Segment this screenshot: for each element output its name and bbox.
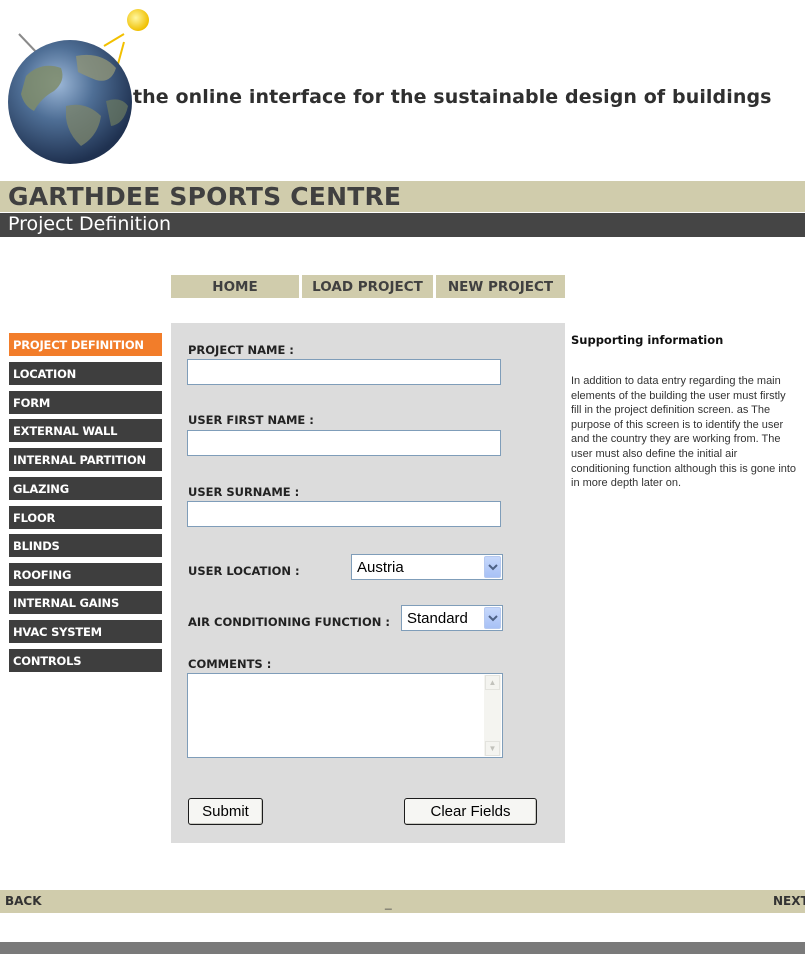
sidebar-item-project-definition[interactable]: PROJECT DEFINITION: [9, 333, 162, 356]
next-link[interactable]: NEXT: [773, 894, 805, 908]
nav-load-project[interactable]: LOAD PROJECT: [302, 275, 433, 298]
sidebar-item-glazing[interactable]: GLAZING: [9, 477, 162, 500]
scroll-down-icon[interactable]: ▼: [485, 741, 500, 756]
nav-new-project[interactable]: NEW PROJECT: [436, 275, 565, 298]
project-name-input[interactable]: [187, 359, 501, 385]
user-location-value: Austria: [357, 558, 404, 576]
globe-logo: [6, 6, 156, 164]
project-form-panel: [171, 323, 565, 843]
comments-label: COMMENTS :: [188, 657, 272, 671]
supporting-info-title: Supporting information: [571, 333, 724, 347]
first-name-input[interactable]: [187, 430, 501, 456]
chevron-down-icon[interactable]: [484, 556, 501, 578]
sidebar-item-form[interactable]: FORM: [9, 391, 162, 414]
surname-label: USER SURNAME :: [188, 485, 300, 499]
project-name-label: PROJECT NAME :: [188, 343, 294, 357]
sidebar-item-controls[interactable]: CONTROLS: [9, 649, 162, 672]
sidebar-item-floor[interactable]: FLOOR: [9, 506, 162, 529]
ac-function-select[interactable]: Standard: [401, 605, 503, 631]
sidebar-item-internal-partition[interactable]: INTERNAL PARTITION: [9, 448, 162, 471]
submit-button[interactable]: Submit: [188, 798, 263, 825]
first-name-label: USER FIRST NAME :: [188, 413, 314, 427]
project-title: GARTHDEE SPORTS CENTRE: [8, 182, 402, 211]
ac-function-value: Standard: [407, 609, 468, 627]
back-link[interactable]: BACK: [5, 894, 42, 908]
sidebar-item-blinds[interactable]: BLINDS: [9, 534, 162, 557]
comments-textarea[interactable]: ▲ ▼: [187, 673, 503, 758]
sidebar-item-roofing[interactable]: ROOFING: [9, 563, 162, 586]
sidebar-item-external-wall[interactable]: EXTERNAL WALL: [9, 419, 162, 442]
nav-home[interactable]: HOME: [171, 275, 299, 298]
bottom-separator: _: [385, 896, 392, 910]
site-tagline: the online interface for the sustainable…: [133, 86, 772, 108]
sidebar-item-hvac-system[interactable]: HVAC SYSTEM: [9, 620, 162, 643]
supporting-info-text: In addition to data entry regarding the …: [571, 375, 797, 490]
scroll-up-icon[interactable]: ▲: [485, 675, 500, 690]
surname-input[interactable]: [187, 501, 501, 527]
footer-bar: [0, 942, 805, 954]
clear-fields-button[interactable]: Clear Fields: [404, 798, 537, 825]
comments-scrollbar[interactable]: ▲ ▼: [484, 675, 501, 756]
page-subtitle: Project Definition: [8, 213, 172, 235]
user-location-select[interactable]: Austria: [351, 554, 503, 580]
ac-function-label: AIR CONDITIONING FUNCTION :: [188, 615, 390, 629]
sidebar-item-location[interactable]: LOCATION: [9, 362, 162, 385]
bottom-nav-bar: [0, 890, 805, 913]
user-location-label: USER LOCATION :: [188, 564, 300, 578]
chevron-down-icon[interactable]: [484, 607, 501, 629]
sidebar-item-internal-gains[interactable]: INTERNAL GAINS: [9, 591, 162, 614]
